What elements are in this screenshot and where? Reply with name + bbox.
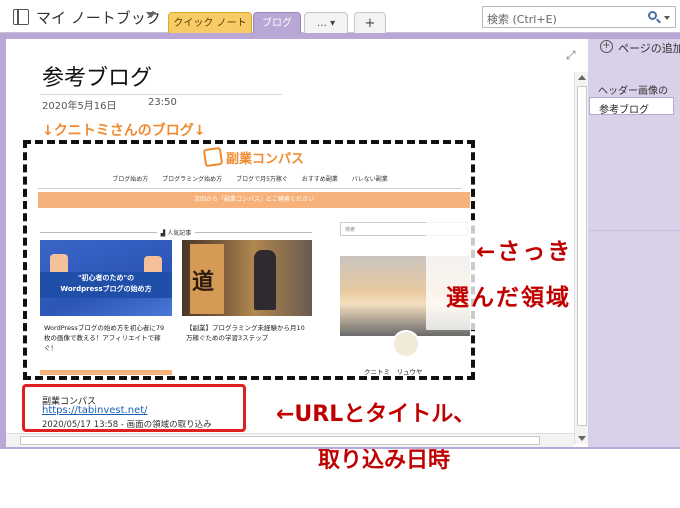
scroll-thumb[interactable]: [20, 436, 540, 445]
annotation-selection-line2: 選んだ領域: [446, 285, 571, 311]
title-bar: マイ ノートブック クイック ノート ブログ … ▾ + 検索 (Ctrl+E): [0, 0, 680, 33]
clip-meta: 2020/05/17 13:58 - 画面の領域の取り込み: [42, 420, 212, 430]
blog-heading[interactable]: ↓クニトミさんのブログ↓: [42, 120, 205, 140]
vertical-scrollbar[interactable]: [574, 72, 588, 444]
annotation-selection-line1: ←さっき: [476, 239, 573, 265]
notebook-icon: [13, 9, 29, 25]
popular-label: 人気記事: [167, 230, 192, 237]
search-scope-chevron-icon[interactable]: [664, 16, 670, 20]
add-section-button[interactable]: +: [354, 12, 386, 33]
scroll-down-icon[interactable]: [578, 436, 586, 441]
page-title[interactable]: 参考ブログ: [42, 60, 152, 92]
expand-icon[interactable]: ⤢: [566, 48, 576, 63]
chevron-down-icon[interactable]: [146, 12, 156, 18]
page-time: 23:50: [148, 97, 177, 108]
search-placeholder: 検索 (Ctrl+E): [487, 13, 557, 26]
tab-blog[interactable]: ブログ: [253, 12, 301, 33]
horizontal-scrollbar[interactable]: [6, 433, 574, 447]
clip-url-link[interactable]: https://tabinvest.net/: [42, 405, 148, 416]
scroll-up-icon[interactable]: [578, 75, 586, 80]
scroll-thumb[interactable]: [577, 86, 587, 426]
tab-more[interactable]: … ▾: [304, 12, 348, 33]
selection-frame: [23, 140, 475, 380]
add-page-label: ページの追加: [618, 42, 680, 55]
search-input[interactable]: 検索 (Ctrl+E): [482, 6, 676, 28]
plus-circle-icon: +: [600, 40, 613, 53]
page-list-item-selected[interactable]: 参考ブログ: [589, 97, 674, 116]
page-list-item[interactable]: ヘッダー画像の: [598, 82, 668, 97]
window-bottom-border: [0, 447, 680, 449]
annotation-url-line1: ←URLとタイトル、: [276, 402, 476, 427]
title-underline: [40, 94, 282, 95]
divider: [588, 230, 680, 231]
page-date: 2020年5月16日: [42, 101, 117, 112]
tab-quick-note[interactable]: クイック ノート: [168, 12, 252, 33]
notebook-title[interactable]: マイ ノートブック: [36, 7, 161, 28]
popular-heading-text: ▟ 人気記事: [156, 230, 196, 237]
search-icon[interactable]: [648, 11, 657, 20]
